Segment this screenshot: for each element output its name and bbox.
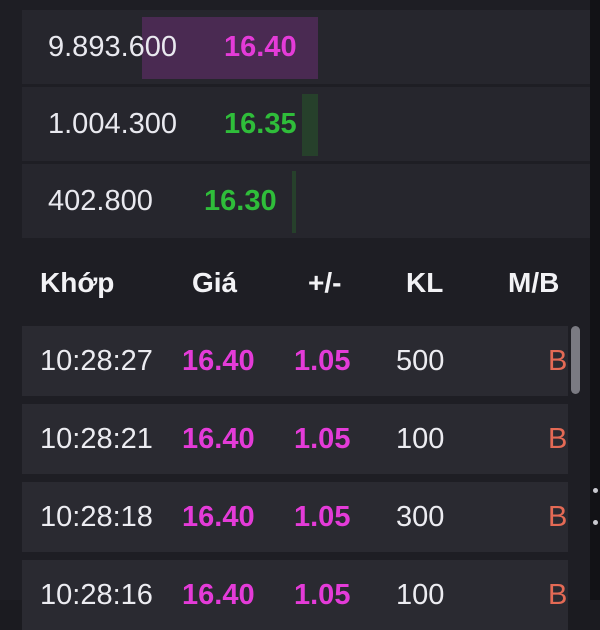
trade-change: 1.05 bbox=[294, 423, 351, 455]
order-price[interactable]: 16.30 bbox=[204, 164, 277, 238]
trade-volume: 300 bbox=[396, 501, 445, 533]
trade-row[interactable]: 10:28:18 16.40 1.05 300 B bbox=[22, 482, 568, 552]
trades-header: Khớp Giá +/- KL M/B bbox=[22, 244, 590, 322]
trade-time: 10:28:21 bbox=[40, 423, 153, 455]
trade-time: 10:28:16 bbox=[40, 579, 153, 611]
edge-marker bbox=[593, 488, 598, 493]
header-time: Khớp bbox=[40, 267, 115, 298]
order-price[interactable]: 16.35 bbox=[224, 87, 297, 161]
header-change: +/- bbox=[308, 267, 342, 298]
trade-price: 16.40 bbox=[182, 345, 255, 377]
order-book-row[interactable]: 402.800 16.30 bbox=[22, 164, 590, 238]
trade-volume: 500 bbox=[396, 345, 445, 377]
right-gutter bbox=[590, 0, 600, 600]
edge-marker bbox=[593, 520, 598, 525]
order-volume: 402.800 bbox=[48, 185, 153, 217]
header-side: M/B bbox=[508, 267, 560, 298]
trade-side: B bbox=[548, 345, 568, 377]
depth-bar bbox=[292, 171, 296, 233]
trade-price: 16.40 bbox=[182, 423, 255, 455]
trade-time: 10:28:18 bbox=[40, 501, 153, 533]
depth-bar bbox=[302, 94, 318, 156]
order-volume: 1.004.300 bbox=[48, 108, 178, 140]
trade-row[interactable]: 10:28:27 16.40 1.05 500 B bbox=[22, 326, 568, 396]
market-panel: 9.893.600 16.40 1.004.300 16.35 402.800 … bbox=[0, 0, 590, 630]
trade-change: 1.05 bbox=[294, 501, 351, 533]
trade-row[interactable]: 10:28:21 16.40 1.05 100 B bbox=[22, 404, 568, 474]
trade-volume: 100 bbox=[396, 423, 445, 455]
trade-volume: 100 bbox=[396, 579, 445, 611]
order-volume: 9.893.600 bbox=[48, 31, 178, 63]
header-volume: KL bbox=[406, 267, 444, 298]
scrollbar-thumb[interactable] bbox=[571, 326, 580, 394]
trade-side: B bbox=[548, 501, 568, 533]
trade-change: 1.05 bbox=[294, 579, 351, 611]
trade-price: 16.40 bbox=[182, 579, 255, 611]
trade-side: B bbox=[548, 423, 568, 455]
trade-change: 1.05 bbox=[294, 345, 351, 377]
order-price[interactable]: 16.40 bbox=[224, 10, 297, 84]
order-book-row[interactable]: 1.004.300 16.35 bbox=[22, 87, 590, 161]
trade-price: 16.40 bbox=[182, 501, 255, 533]
trade-time: 10:28:27 bbox=[40, 345, 153, 377]
header-price: Giá bbox=[192, 267, 238, 298]
trade-side: B bbox=[548, 579, 568, 611]
order-book-row[interactable]: 9.893.600 16.40 bbox=[22, 10, 590, 84]
trade-row[interactable]: 10:28:16 16.40 1.05 100 B bbox=[22, 560, 568, 630]
